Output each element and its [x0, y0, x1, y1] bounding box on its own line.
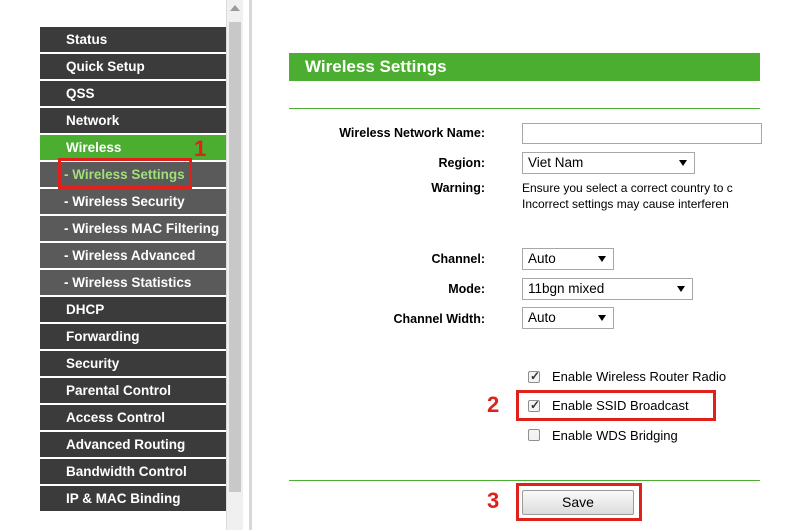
region-label: Region: — [438, 156, 485, 170]
sidebar-item-quick-setup[interactable]: Quick Setup — [40, 54, 226, 80]
warning-text-line1: Ensure you select a correct country to c — [522, 181, 733, 195]
sidebar-item-dhcp[interactable]: DHCP — [40, 297, 226, 323]
warning-label: Warning: — [431, 181, 485, 195]
mode-label: Mode: — [448, 282, 485, 296]
highlight-box-1 — [58, 158, 192, 189]
mode-select[interactable]: 11bgn mixed — [522, 278, 693, 300]
dropdown-arrow-icon — [598, 256, 606, 262]
sidebar-item-wireless-advanced[interactable]: - Wireless Advanced — [40, 243, 226, 269]
highlight-box-3 — [516, 483, 642, 521]
network-name-label: Wireless Network Name: — [339, 126, 485, 140]
channel-select[interactable]: Auto — [522, 248, 614, 270]
dropdown-arrow-icon — [598, 315, 606, 321]
wds-bridging-checkbox[interactable] — [528, 429, 540, 441]
step-number-3: 3 — [487, 488, 500, 513]
sidebar-item-qss[interactable]: QSS — [40, 81, 226, 107]
sidebar-item-access-control[interactable]: Access Control — [40, 405, 226, 431]
sidebar-item-wireless-statistics[interactable]: - Wireless Statistics — [40, 270, 226, 296]
dropdown-arrow-icon — [677, 286, 685, 292]
mode-value: 11bgn mixed — [528, 281, 605, 296]
sidebar-scrollbar[interactable] — [226, 0, 243, 530]
warning-text-line2: Incorrect settings may cause interferen — [522, 197, 729, 211]
sidebar-menu: Status Quick Setup QSS Network Wireless … — [40, 0, 226, 530]
checkmark-icon: ✓ — [530, 369, 541, 383]
wds-bridging-label: Enable WDS Bridging — [552, 428, 678, 443]
footer-divider — [289, 480, 760, 481]
channel-width-select[interactable]: Auto — [522, 307, 614, 329]
sidebar-item-bandwidth-control[interactable]: Bandwidth Control — [40, 459, 226, 485]
channel-width-value: Auto — [528, 310, 556, 325]
channel-label: Channel: — [431, 252, 485, 266]
frame-divider — [249, 0, 252, 530]
sidebar-item-advanced-routing[interactable]: Advanced Routing — [40, 432, 226, 458]
dropdown-arrow-icon — [679, 160, 687, 166]
sidebar-item-parental-control[interactable]: Parental Control — [40, 378, 226, 404]
step-number-1: 1 — [194, 136, 207, 161]
sidebar-item-network[interactable]: Network — [40, 108, 226, 134]
wireless-radio-label: Enable Wireless Router Radio — [552, 369, 727, 384]
highlight-box-2 — [516, 390, 716, 421]
page-title: Wireless Settings — [289, 53, 760, 81]
sidebar-item-ip-mac-binding[interactable]: IP & MAC Binding — [40, 486, 226, 512]
network-name-input[interactable] — [522, 123, 762, 144]
sidebar-item-wireless-security[interactable]: - Wireless Security — [40, 189, 226, 215]
sidebar-item-security[interactable]: Security — [40, 351, 226, 377]
title-divider — [289, 108, 760, 109]
scrollbar-thumb[interactable] — [229, 22, 241, 492]
wireless-radio-checkbox[interactable]: ✓ — [528, 369, 541, 383]
region-select[interactable]: Viet Nam — [522, 152, 695, 174]
scroll-up-arrow-icon[interactable] — [230, 5, 240, 11]
step-number-2: 2 — [487, 392, 500, 417]
sidebar-item-wireless-mac-filtering[interactable]: - Wireless MAC Filtering — [40, 216, 226, 242]
sidebar-item-status[interactable]: Status — [40, 27, 226, 53]
channel-width-label: Channel Width: — [393, 312, 485, 326]
channel-value: Auto — [528, 251, 556, 266]
region-value: Viet Nam — [528, 155, 584, 170]
sidebar-item-forwarding[interactable]: Forwarding — [40, 324, 226, 350]
